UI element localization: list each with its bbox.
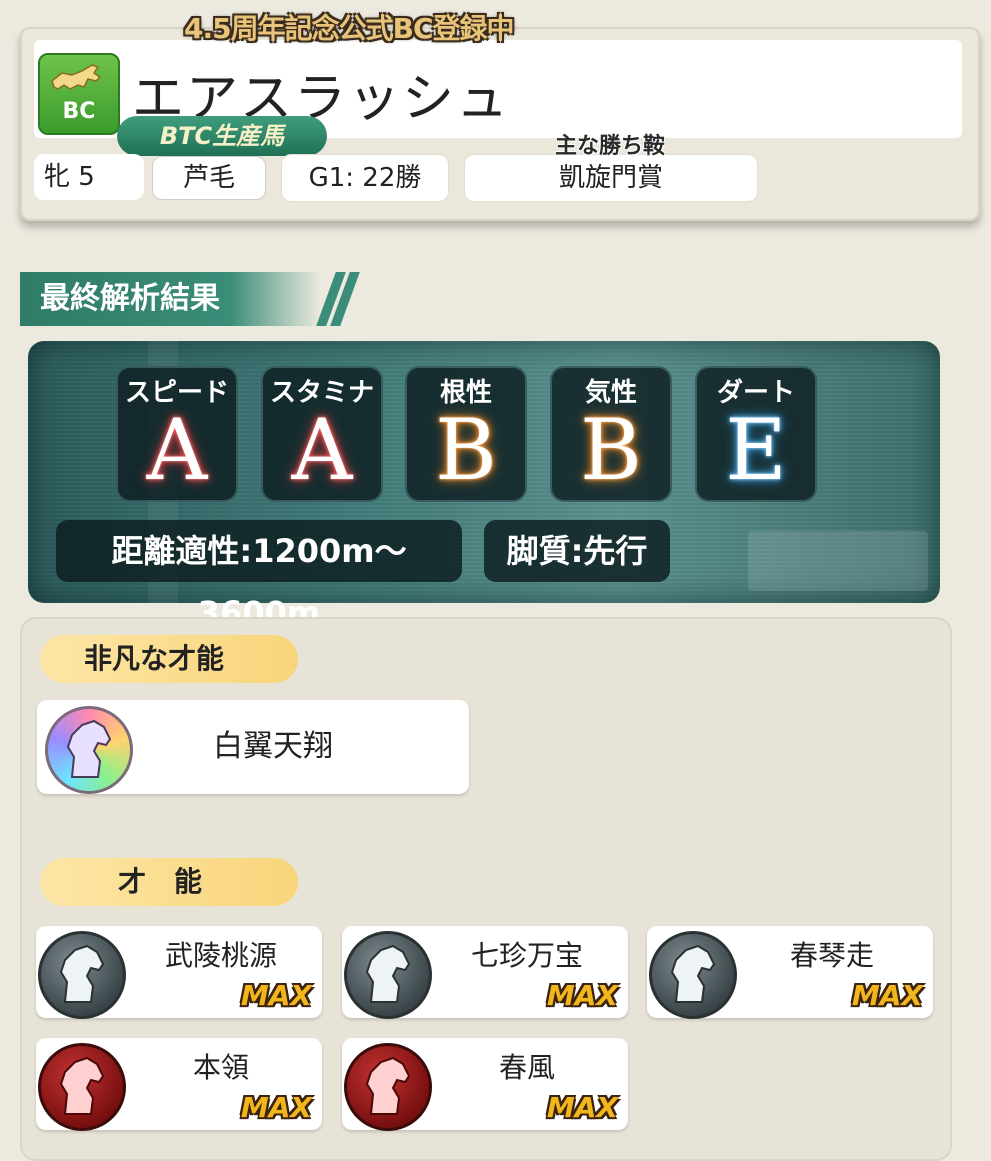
stat-grade: B: [580, 401, 642, 499]
silver-horse-icon: [38, 931, 126, 1019]
talent-name: 春風: [498, 1051, 555, 1084]
bc-horse-icon: BC: [38, 53, 120, 135]
stat-stamina: スタミナ A: [261, 366, 383, 502]
talent-card[interactable]: 本領 MAX: [36, 1038, 322, 1131]
silver-horse-icon: [344, 931, 432, 1019]
running-style: 脚質:先行: [484, 520, 670, 582]
max-badge: MAX: [546, 1091, 618, 1124]
bc-label: BC: [62, 99, 96, 124]
talent-name: 白翼天翔: [213, 729, 333, 764]
stat-grade: A: [146, 401, 208, 499]
analysis-title: 最終解析結果: [20, 272, 320, 326]
main-win: 凱旋門賞: [464, 154, 758, 202]
talent-header: 才 能: [40, 858, 298, 906]
silver-horse-icon: [649, 931, 737, 1019]
stat-guts: 根性 B: [405, 366, 527, 502]
sex-age: 牝 5: [34, 154, 144, 200]
horse-silhouette-icon: [51, 64, 102, 90]
talent-card[interactable]: 春風 MAX: [342, 1038, 628, 1131]
special-talent-header: 非凡な才能: [40, 635, 298, 683]
anniversary-banner: 4.5周年記念公式BC登録中: [184, 12, 514, 45]
red-horse-icon: [344, 1043, 432, 1131]
g1-wins: G1: 22勝: [281, 154, 449, 202]
talent-name: 七珍万宝: [470, 939, 583, 972]
max-badge: MAX: [240, 1091, 312, 1124]
stat-dirt: ダート E: [695, 366, 817, 502]
talent-card[interactable]: 七珍万宝 MAX: [342, 926, 628, 1019]
stat-grade: A: [291, 401, 353, 499]
talent-name: 春琴走: [789, 939, 874, 972]
max-badge: MAX: [546, 979, 618, 1012]
stat-speed: スピード A: [116, 366, 238, 502]
talent-card[interactable]: 武陵桃源 MAX: [36, 926, 322, 1019]
talent-name: 武陵桃源: [164, 939, 277, 972]
stat-grade: E: [725, 401, 787, 499]
talent-name: 本領: [192, 1051, 249, 1084]
coat-color: 芦毛: [152, 156, 266, 200]
distance-aptitude: 距離適性:1200m〜3600m: [56, 520, 462, 632]
max-badge: MAX: [851, 979, 923, 1012]
red-horse-icon: [38, 1043, 126, 1131]
main-win-label: 主な勝ち鞍: [554, 134, 665, 159]
stat-grade: B: [435, 401, 497, 499]
talent-card[interactable]: 春琴走 MAX: [647, 926, 933, 1019]
btc-badge: BTC生産馬: [117, 116, 327, 156]
max-badge: MAX: [240, 979, 312, 1012]
stat-temperament: 気性 B: [550, 366, 672, 502]
special-talent-card[interactable]: 白翼天翔: [37, 700, 469, 794]
